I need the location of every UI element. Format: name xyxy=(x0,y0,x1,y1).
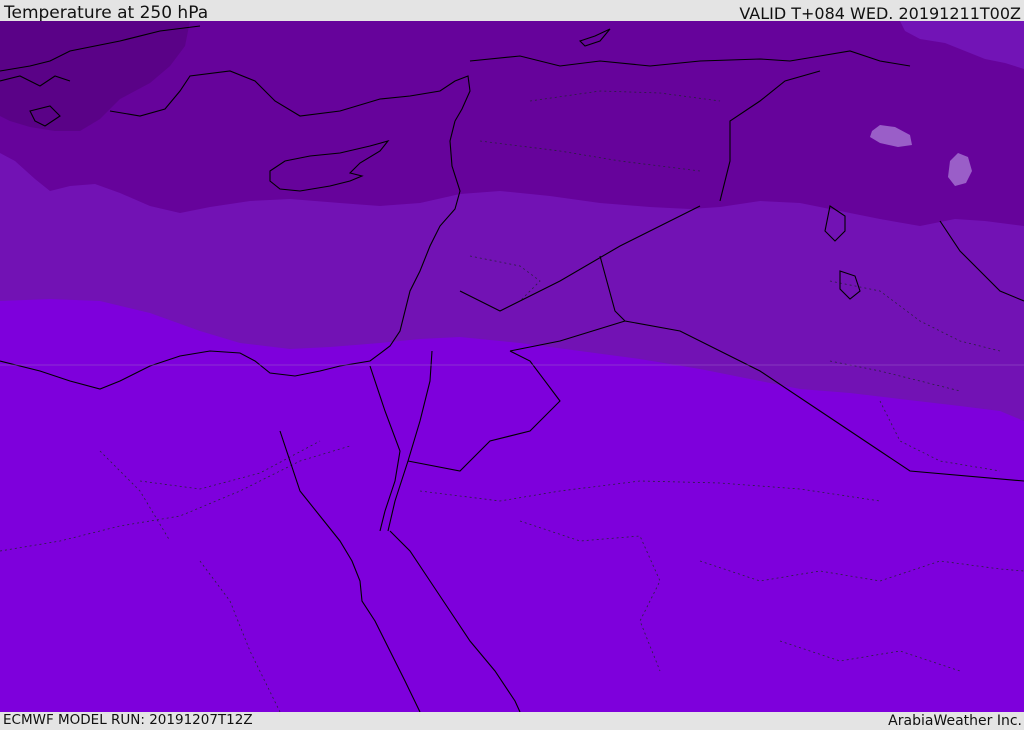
credit-label: ArabiaWeather Inc. xyxy=(888,713,1022,729)
temperature-map[interactable] xyxy=(0,21,1024,712)
model-run-label: ECMWF MODEL RUN: 20191207T12Z xyxy=(3,712,253,728)
map-area[interactable] xyxy=(0,21,1024,712)
map-title: Temperature at 250 hPa xyxy=(4,3,209,23)
footer-bar: ECMWF MODEL RUN: 20191207T12Z ArabiaWeat… xyxy=(0,712,1024,729)
header-bar: Temperature at 250 hPa VALID T+084 WED. … xyxy=(0,0,1024,23)
